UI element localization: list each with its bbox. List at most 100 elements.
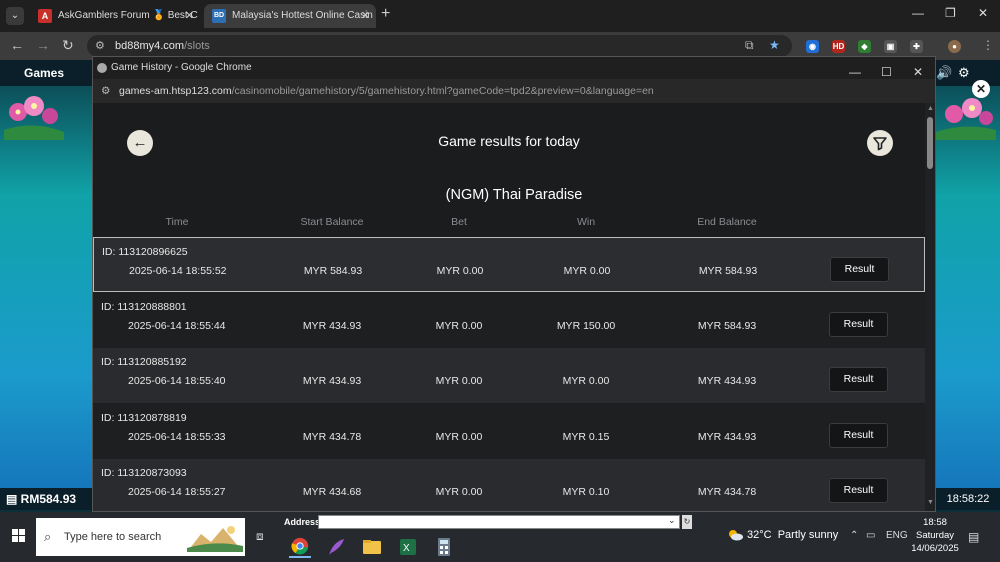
network-icon[interactable]: ▭	[866, 530, 875, 541]
games-title: Games	[24, 66, 65, 80]
column-header-win: Win	[576, 216, 596, 228]
popup-scrollbar[interactable]: ▲ ▼	[925, 103, 935, 511]
close-window-icon[interactable]: ✕	[978, 6, 988, 20]
reload-icon[interactable]: ↻	[62, 37, 74, 54]
excel-icon[interactable]: X	[397, 536, 419, 558]
round-id: ID: 113120896625	[102, 246, 188, 258]
result-button[interactable]: Result	[829, 423, 888, 448]
column-header-end-balance: End Balance	[697, 216, 757, 228]
browser-menu-icon[interactable]: ⋮	[982, 38, 994, 52]
tray-overflow-icon[interactable]: ⌃	[850, 530, 858, 541]
game-balance: ▤ RM584.93	[0, 488, 92, 510]
flower-decoration-icon	[936, 98, 996, 140]
address-go-icon[interactable]: ↻	[682, 515, 692, 529]
notifications-icon[interactable]: ▤	[968, 530, 979, 544]
round-time: 2025-06-14 18:55:44	[128, 320, 226, 332]
result-button[interactable]: Result	[830, 257, 889, 282]
start-balance: MYR 584.93	[303, 265, 363, 277]
history-row[interactable]: ID: 113120873093 2025-06-14 18:55:27 MYR…	[93, 459, 925, 511]
result-button[interactable]: Result	[829, 367, 888, 392]
profile-avatar[interactable]: ●	[948, 40, 961, 53]
history-content: ← Game results for today (NGM) Thai Para…	[93, 103, 925, 511]
result-button[interactable]: Result	[829, 312, 888, 337]
end-balance: MYR 584.93	[697, 320, 757, 332]
minimize-icon[interactable]: —	[912, 6, 924, 20]
task-view-icon[interactable]: ⧈	[256, 529, 264, 544]
balance-value: RM584.93	[20, 492, 77, 506]
forward-icon[interactable]: →	[36, 37, 50, 53]
scroll-up-icon[interactable]: ▲	[927, 105, 934, 112]
chrome-taskbar-icon[interactable]	[289, 536, 311, 558]
round-id: ID: 113120878819	[101, 412, 187, 424]
tab-close-icon[interactable]: ✕	[185, 4, 194, 28]
tab-label: Malaysia's Hottest Online Casin	[232, 10, 373, 21]
extension-shield-icon[interactable]: ◉	[806, 40, 819, 53]
site-info-icon[interactable]: ⚙	[95, 35, 105, 57]
chrome-logo-icon	[97, 63, 107, 73]
history-row[interactable]: ID: 113120885192 2025-06-14 18:55:40 MYR…	[93, 348, 925, 403]
windows-taskbar: ⌕ Type here to search ⧈ Address ⌄ ↻ X 32…	[0, 512, 1000, 562]
bet-amount: MYR 0.00	[435, 431, 483, 443]
round-time: 2025-06-14 18:55:52	[129, 265, 227, 277]
game-name: (NGM) Thai Paradise	[445, 187, 583, 203]
popup-url-bar[interactable]: ⚙ games-am.htsp123.com/casinomobile/game…	[93, 79, 935, 103]
cast-icon[interactable]: ⧉	[745, 38, 754, 53]
page-heading: Game results for today	[438, 133, 580, 149]
language-indicator[interactable]: ENG	[886, 530, 908, 541]
start-balance: MYR 434.68	[302, 486, 362, 498]
weather-widget[interactable]: 32°C Partly sunny	[727, 529, 838, 541]
search-highlight-illustration-icon	[187, 526, 243, 552]
settings-gear-icon[interactable]: ⚙	[958, 65, 970, 81]
win-amount: MYR 0.00	[563, 265, 611, 277]
history-row[interactable]: ID: 113120888801 2025-06-14 18:55:44 MYR…	[93, 293, 925, 348]
round-id: ID: 113120888801	[101, 301, 187, 313]
win-amount: MYR 0.00	[562, 375, 610, 387]
flower-decoration-icon	[4, 96, 64, 140]
scroll-down-icon[interactable]: ▼	[927, 499, 934, 506]
svg-text:X: X	[403, 543, 410, 554]
bet-amount: MYR 0.00	[435, 375, 483, 387]
start-balance: MYR 434.93	[302, 375, 362, 387]
round-time: 2025-06-14 18:55:33	[128, 431, 226, 443]
file-explorer-icon[interactable]	[361, 536, 383, 558]
win-amount: MYR 0.15	[562, 431, 610, 443]
filter-funnel-icon	[873, 137, 887, 151]
popup-title: Game History - Google Chrome	[111, 62, 252, 73]
askgamblers-favicon-icon: A	[38, 9, 52, 23]
history-row[interactable]: ID: 113120878819 2025-06-14 18:55:33 MYR…	[93, 404, 925, 459]
search-placeholder: Type here to search	[64, 531, 162, 543]
new-tab-icon[interactable]: +	[381, 5, 390, 23]
extensions-puzzle-icon[interactable]: ✚	[910, 40, 923, 53]
address-bar[interactable]: ⚙ bd88my4.com/slots	[87, 35, 792, 57]
clock-time: 18:58	[923, 517, 947, 528]
taskbar-clock[interactable]: 18:58 Saturday 14/06/2025	[908, 516, 962, 555]
extension-hd-icon[interactable]: HD	[832, 40, 845, 53]
tab-malaysia-casino[interactable]: BD Malaysia's Hottest Online Casin ✕	[204, 4, 376, 28]
result-button[interactable]: Result	[829, 478, 888, 503]
tab-close-icon[interactable]: ✕	[361, 4, 370, 28]
restore-icon[interactable]: ❐	[945, 6, 956, 20]
site-info-icon[interactable]: ⚙	[101, 79, 110, 103]
calculator-icon[interactable]	[433, 536, 455, 558]
wallet-icon: ▤	[6, 492, 21, 506]
history-row[interactable]: ID: 113120896625 2025-06-14 18:55:52 MYR…	[93, 237, 925, 292]
popup-url-host: games-am.htsp123.com	[119, 85, 232, 97]
bookmark-star-icon[interactable]: ★	[769, 38, 780, 52]
weather-temp: 32°C	[747, 529, 772, 541]
address-toolbar-input[interactable]	[318, 515, 680, 529]
windows-start-icon[interactable]	[12, 529, 26, 543]
game-close-icon[interactable]: ✕	[972, 80, 990, 98]
tab-askgamblers[interactable]: A AskGamblers Forum 🏅 Best C ✕	[30, 4, 200, 28]
extension-game-icon[interactable]: ▣	[884, 40, 897, 53]
extension-adblock-icon[interactable]: ◆	[858, 40, 871, 53]
filter-button[interactable]	[867, 130, 893, 156]
address-dropdown-icon[interactable]: ⌄	[668, 515, 676, 526]
tab-search-dropdown-icon[interactable]: ⌄	[6, 7, 24, 25]
back-icon[interactable]: ←	[10, 37, 24, 53]
scroll-thumb[interactable]	[927, 117, 933, 169]
game-clock: 18:58:22	[936, 488, 1000, 510]
sound-icon[interactable]: 🔊	[936, 65, 952, 81]
taskbar-search[interactable]: ⌕ Type here to search	[36, 518, 245, 556]
feather-app-icon[interactable]	[325, 536, 347, 558]
round-id: ID: 113120873093	[101, 467, 187, 479]
